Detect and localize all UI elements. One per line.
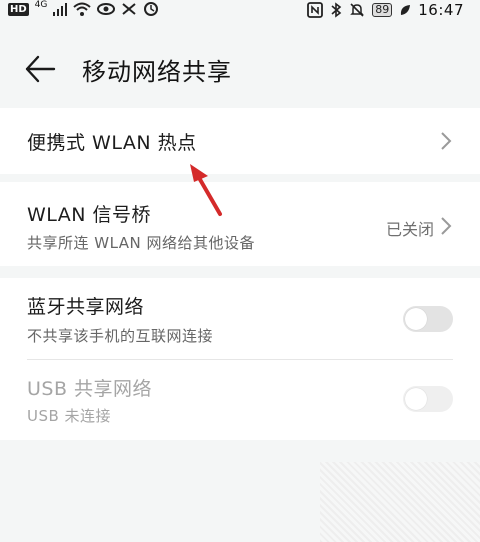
page-header: 移动网络共享 — [0, 40, 480, 100]
hotspot-card: 便携式 WLAN 热点 — [0, 108, 480, 174]
clock: 16:47 — [418, 1, 464, 19]
leaf-icon — [401, 5, 411, 15]
hotspot-label: 便携式 WLAN 热点 — [27, 132, 197, 154]
toggle-knob — [405, 308, 427, 330]
wlan-bridge-subtitle: 共享所连 WLAN 网络给其他设备 — [27, 234, 256, 252]
tethering-card: 蓝牙共享网络 不共享该手机的互联网连接 USB 共享网络 USB 未连接 — [0, 278, 480, 440]
watermark-noise — [320, 462, 480, 542]
sync-icon — [144, 2, 159, 16]
chevron-right-icon — [441, 217, 452, 235]
wifi-icon — [73, 2, 92, 16]
eye-icon — [97, 3, 116, 15]
wlan-bridge-status: 已关闭 — [385, 220, 434, 239]
back-button[interactable] — [24, 54, 58, 84]
mute-icon — [350, 3, 365, 17]
page-title: 移动网络共享 — [82, 58, 232, 86]
usb-tethering-toggle — [403, 386, 453, 412]
usb-tethering-label: USB 共享网络 — [27, 378, 153, 400]
chevron-right-icon — [441, 132, 452, 150]
bluetooth-tethering-item[interactable]: 蓝牙共享网络 不共享该手机的互联网连接 — [0, 278, 480, 358]
bluetooth-icon — [331, 2, 342, 18]
portable-hotspot-item[interactable]: 便携式 WLAN 热点 — [0, 108, 480, 174]
wlan-bridge-item[interactable]: WLAN 信号桥 共享所连 WLAN 网络给其他设备 已关闭 — [0, 182, 480, 266]
usb-tethering-subtitle: USB 未连接 — [27, 407, 112, 425]
bluetooth-tethering-subtitle: 不共享该手机的互联网连接 — [27, 327, 214, 345]
4g-signal-icon: 4G — [34, 0, 48, 10]
hd-icon: HD — [8, 2, 29, 16]
status-left: HD 4G — [8, 0, 159, 17]
bluetooth-tethering-label: 蓝牙共享网络 — [27, 296, 145, 318]
toggle-knob — [405, 388, 427, 410]
bluetooth-tethering-toggle[interactable] — [403, 306, 453, 332]
status-right: 89 16:47 — [307, 1, 464, 19]
wlan-bridge-card: WLAN 信号桥 共享所连 WLAN 网络给其他设备 已关闭 — [0, 182, 480, 266]
usb-tethering-item: USB 共享网络 USB 未连接 — [0, 360, 480, 440]
arrow-left-icon — [25, 55, 56, 83]
vpn-icon — [122, 3, 137, 15]
battery-icon: 89 — [372, 3, 393, 17]
nfc-icon — [307, 2, 324, 18]
annotation-arrow-icon — [190, 164, 222, 216]
signal-icon — [53, 3, 68, 16]
status-bar: HD 4G 89 16:47 — [0, 0, 480, 22]
wlan-bridge-label: WLAN 信号桥 — [27, 204, 152, 226]
